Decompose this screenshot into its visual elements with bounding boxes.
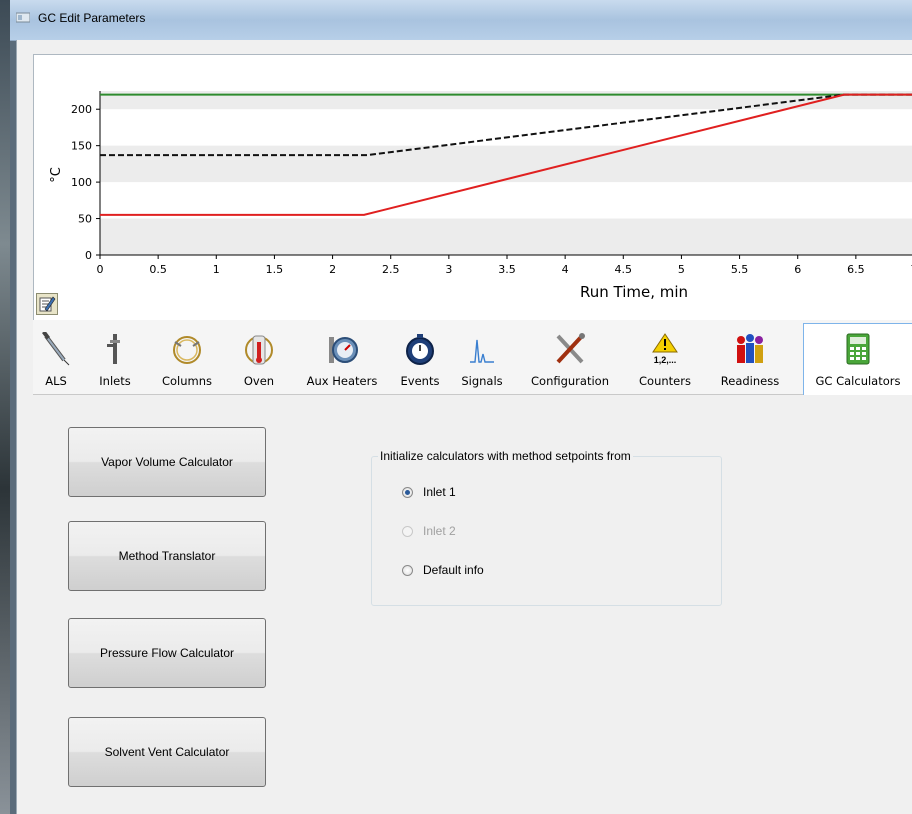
desktop-edge [0,0,10,814]
x-tick-label: 5 [678,263,685,276]
y-tick-label: 150 [71,140,92,153]
tab-counters[interactable]: 1,2,... Counters [629,324,701,390]
tab-events[interactable]: Events [393,324,447,390]
y-tick-label: 200 [71,103,92,116]
x-tick-label: 3 [445,263,452,276]
tab-inlets[interactable]: Inlets [89,324,141,390]
tab-signals-label: Signals [461,374,503,388]
y-axis-title: °C [49,167,64,183]
calculator-icon [846,333,870,365]
window-client: 00.511.522.533.544.555.566.5705010015020… [16,40,912,814]
radio-selected-dot [405,489,410,495]
app-icon [16,12,30,23]
tab-gc-calculators-label: GC Calculators [815,374,901,388]
oven-icon [245,335,273,365]
counter-icon-text: 1,2,... [654,355,677,365]
tab-als-label: ALS [45,374,67,388]
tab-counters-label: Counters [639,374,691,388]
temperature-profile-chart: 00.511.522.533.544.555.566.5705010015020… [33,54,912,322]
tab-readiness-label: Readiness [720,374,780,388]
x-tick-label: 2 [329,263,336,276]
radio-default-info[interactable]: Default info [402,562,484,578]
x-tick-label: 3.5 [498,263,516,276]
syringe-icon [41,332,70,366]
y-tick-label: 50 [78,213,92,226]
tab-als[interactable]: ALS [33,324,79,390]
tab-aux-heaters[interactable]: Aux Heaters [297,324,387,390]
chart-band [100,218,912,255]
parameter-toolbar: ALS Inlets Columns Oven Aux Heaters Even… [33,320,912,395]
x-tick-label: 6.5 [847,263,865,276]
stopwatch-icon [406,334,434,365]
tab-gc-calculators[interactable]: GC Calculators [803,323,912,395]
readiness-icon [737,334,763,363]
inlet-icon [107,334,120,364]
pressure-flow-calculator-button[interactable]: Pressure Flow Calculator [68,618,266,688]
radio-default-info-label: Default info [423,563,484,577]
x-tick-label: 0.5 [149,263,167,276]
window-title: GC Edit Parameters [38,11,146,25]
vapor-volume-calculator-button[interactable]: Vapor Volume Calculator [68,427,266,497]
radio-inlet-2-label: Inlet 2 [423,524,456,538]
window-titlebar[interactable]: GC Edit Parameters [10,0,912,41]
group-title: Initialize calculators with method setpo… [378,449,633,463]
method-translator-button[interactable]: Method Translator [68,521,266,591]
tab-columns-label: Columns [161,374,213,388]
edit-pencil-icon [39,296,56,312]
edit-chart-button[interactable] [36,293,58,315]
y-tick-label: 100 [71,176,92,189]
solvent-vent-calculator-button[interactable]: Solvent Vent Calculator [68,717,266,787]
tab-inlets-label: Inlets [99,374,131,388]
x-tick-label: 0 [97,263,104,276]
radio-inlet-2-circle [402,525,413,537]
tab-events-label: Events [400,374,440,388]
initialize-setpoints-group: Initialize calculators with method setpo… [371,449,722,606]
gauge-icon [329,337,358,363]
x-tick-label: 4 [562,263,569,276]
chart-canvas: 00.511.522.533.544.555.566.5705010015020… [49,91,912,301]
radio-inlet-1[interactable]: Inlet 1 [402,484,456,500]
tab-oven[interactable]: Oven [229,324,289,390]
tab-readiness[interactable]: Readiness [707,324,793,390]
radio-inlet-2: Inlet 2 [402,523,456,539]
x-tick-label: 5.5 [731,263,749,276]
x-tick-label: 6 [794,263,801,276]
tab-oven-label: Oven [243,374,275,388]
tab-aux-heaters-label: Aux Heaters [306,374,378,388]
chart-band [100,145,912,183]
radio-default-info-circle [402,564,413,576]
y-tick-label: 0 [85,249,92,262]
x-tick-label: 1 [213,263,220,276]
radio-inlet-1-label: Inlet 1 [423,485,456,499]
tab-signals[interactable]: Signals [453,324,511,390]
x-tick-label: 2.5 [382,263,400,276]
tab-columns[interactable]: Columns [153,324,221,390]
x-tick-label: 4.5 [615,263,633,276]
warning-counter-icon: 1,2,... [652,333,678,365]
x-tick-label: 1.5 [266,263,284,276]
signal-peak-icon [470,339,494,363]
radio-inlet-1-circle [402,486,413,498]
column-coil-icon [173,336,201,364]
tools-icon [556,333,585,364]
tab-configuration[interactable]: Configuration [515,324,625,390]
tab-configuration-label: Configuration [531,374,609,388]
calculators-panel: Vapor Volume Calculator Method Translato… [33,396,912,814]
x-axis-title: Run Time, min [580,283,688,301]
